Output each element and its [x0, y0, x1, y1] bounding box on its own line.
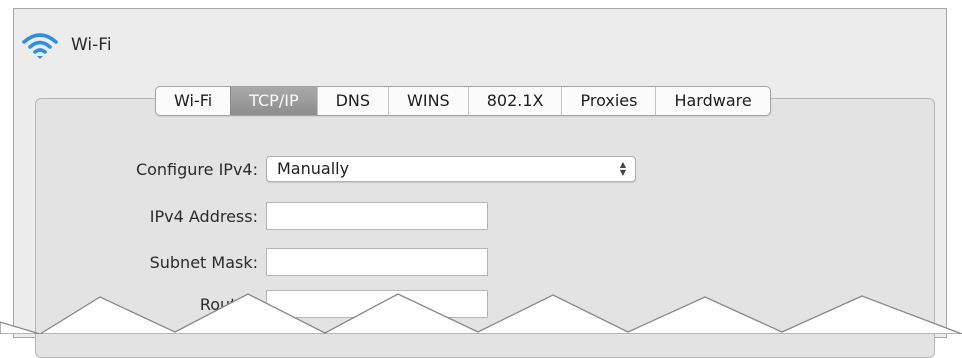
tab-wins[interactable]: WINS [388, 87, 468, 115]
configure-ipv4-label: Configure IPv4: [135, 159, 258, 179]
tab-dns[interactable]: DNS [316, 87, 388, 115]
tab-wifi[interactable]: Wi-Fi [156, 87, 230, 115]
subnet-mask-field[interactable] [266, 248, 488, 276]
subnet-mask-label: Subnet Mask: [149, 252, 258, 272]
ipv4-address-row: IPv4 Address: [20, 202, 488, 230]
configure-ipv4-select[interactable]: Manually ▲ ▼ [266, 156, 636, 182]
ipv4-address-label: IPv4 Address: [149, 206, 258, 226]
tab-hardware[interactable]: Hardware [655, 87, 769, 115]
ipv4-address-field[interactable] [266, 202, 488, 230]
tab-proxies[interactable]: Proxies [561, 87, 655, 115]
service-title: Wi-Fi [71, 35, 112, 55]
router-label: Router: [199, 294, 258, 314]
configure-ipv4-row: Configure IPv4: Manually ▲ ▼ [20, 156, 636, 182]
router-field[interactable] [266, 290, 488, 318]
network-header: Wi-Fi [22, 30, 112, 60]
tab-8021x[interactable]: 802.1X [467, 87, 562, 115]
router-row: Router: [20, 290, 488, 318]
wifi-icon [22, 33, 58, 59]
subnet-mask-row: Subnet Mask: [20, 248, 488, 276]
tab-tcpip[interactable]: TCP/IP [230, 87, 317, 115]
tab-bar: Wi-Fi TCP/IP DNS WINS 802.1X Proxies Har… [155, 86, 771, 116]
configure-ipv4-value: Manually [277, 159, 350, 178]
up-down-arrows-icon: ▲ ▼ [619, 160, 627, 177]
